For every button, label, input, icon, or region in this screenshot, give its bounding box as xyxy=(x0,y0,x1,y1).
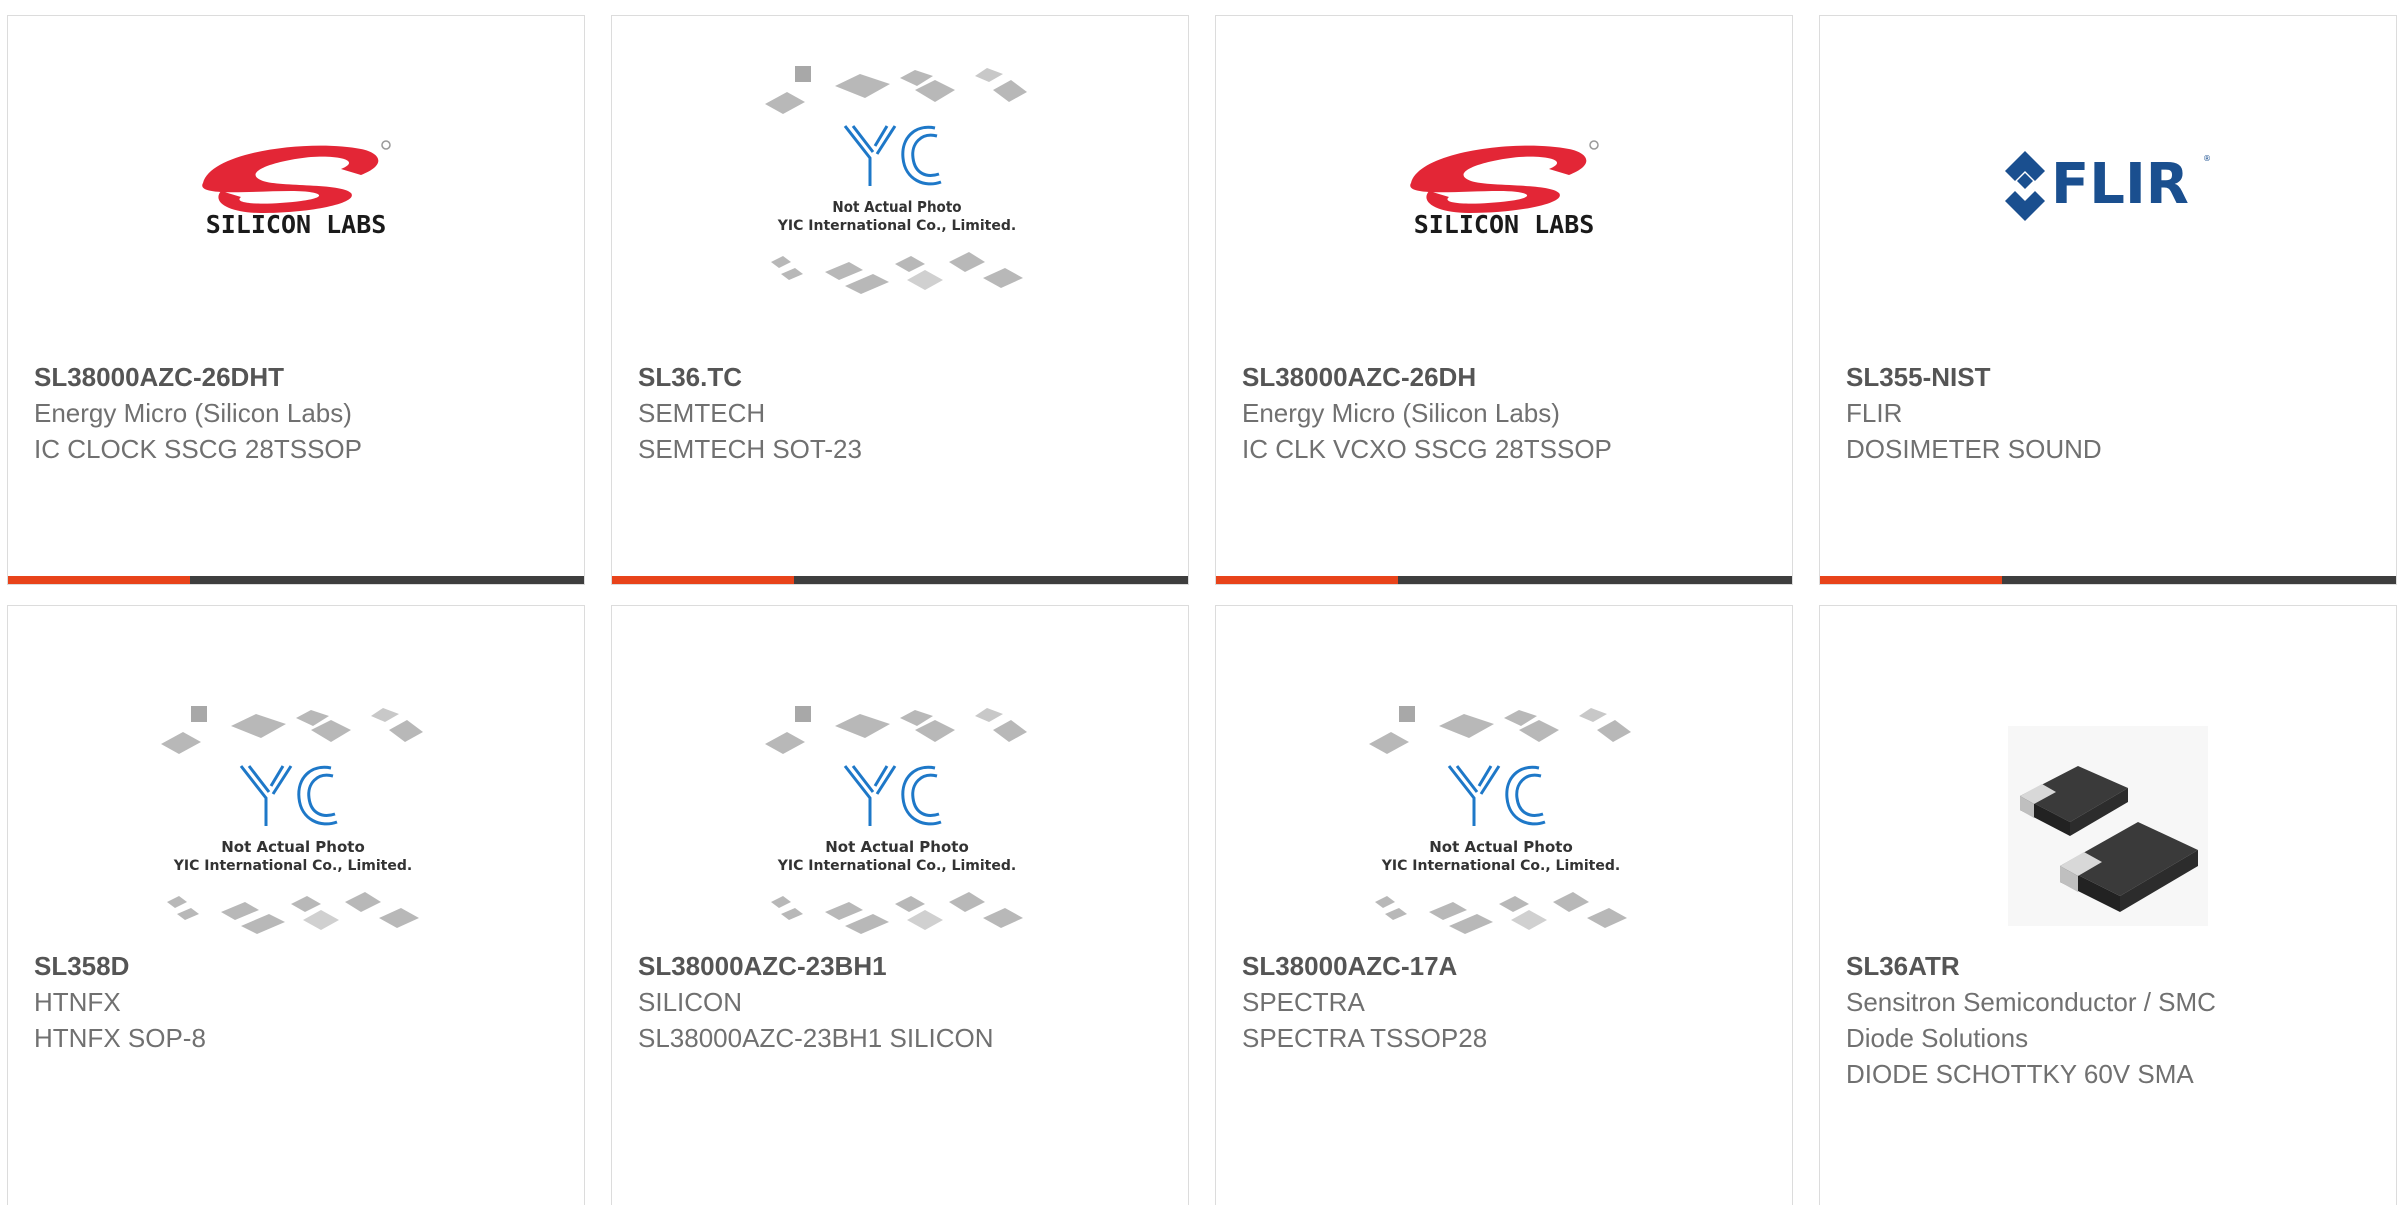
product-image[interactable]: SILICON LABS xyxy=(1216,16,1792,356)
placeholder-company: YIC International Co., Limited. xyxy=(777,858,1016,874)
product-info: SL36ATR Sensitron Semiconductor / SMC Di… xyxy=(1846,948,2384,1092)
silicon-labs-logo: SILICON LABS xyxy=(191,131,401,241)
silicon-labs-logo: SILICON LABS xyxy=(1399,131,1609,241)
product-card[interactable]: Not Actual Photo YIC International Co., … xyxy=(1215,605,1793,1205)
product-grid: SILICON LABS SL38000AZC-26DHT Energy Mic… xyxy=(0,0,2400,1205)
card-accent xyxy=(612,576,794,584)
description: DIODE SCHOTTKY 60V SMA xyxy=(1846,1059,2194,1089)
part-number[interactable]: SL36ATR xyxy=(1846,948,2384,984)
yic-placeholder-image: Not Actual Photo YIC International Co., … xyxy=(765,66,1035,306)
logo-text: SILICON LABS xyxy=(1414,210,1595,239)
part-number[interactable]: SL38000AZC-17A xyxy=(1242,948,1780,984)
product-image[interactable]: SILICON LABS xyxy=(8,16,584,356)
card-bottom-bar xyxy=(1216,576,1792,584)
product-image[interactable]: Not Actual Photo YIC International Co., … xyxy=(612,656,1188,996)
manufacturer: Sensitron Semiconductor / SMC xyxy=(1846,987,2216,1017)
product-card[interactable]: Not Actual Photo YIC International Co., … xyxy=(611,605,1189,1205)
svg-text:®: ® xyxy=(2203,154,2211,163)
product-info: SL358D HTNFX HTNFX SOP-8 xyxy=(34,948,572,1056)
product-card[interactable]: SL36ATR Sensitron Semiconductor / SMC Di… xyxy=(1819,605,2397,1205)
product-card[interactable]: SILICON LABS SL38000AZC-26DHT Energy Mic… xyxy=(7,15,585,585)
description: DOSIMETER SOUND xyxy=(1846,434,2102,464)
part-number[interactable]: SL38000AZC-26DHT xyxy=(34,359,572,395)
product-image[interactable]: Not Actual Photo YIC International Co., … xyxy=(1216,656,1792,996)
part-number[interactable]: SL38000AZC-26DH xyxy=(1242,359,1780,395)
logo-text: FLIR xyxy=(2051,152,2189,217)
product-card[interactable]: SILICON LABS SL38000AZC-26DH Energy Micr… xyxy=(1215,15,1793,585)
card-accent xyxy=(1820,576,2002,584)
manufacturer: SPECTRA xyxy=(1242,987,1365,1017)
part-number[interactable]: SL38000AZC-23BH1 xyxy=(638,948,1176,984)
manufacturer: Energy Micro (Silicon Labs) xyxy=(34,398,352,428)
product-info: SL38000AZC-26DH Energy Micro (Silicon La… xyxy=(1242,359,1780,467)
placeholder-company: YIC International Co., Limited. xyxy=(777,218,1016,234)
placeholder-caption: Not Actual Photo xyxy=(825,838,969,856)
description: SEMTECH SOT-23 xyxy=(638,434,862,464)
product-info: SL38000AZC-23BH1 SILICON SL38000AZC-23BH… xyxy=(638,948,1176,1056)
card-accent xyxy=(8,576,190,584)
description: SPECTRA TSSOP28 xyxy=(1242,1023,1488,1053)
manufacturer: SILICON xyxy=(638,987,743,1017)
manufacturer: SEMTECH xyxy=(638,398,766,428)
description: IC CLK VCXO SSCG 28TSSOP xyxy=(1242,434,1612,464)
product-card[interactable]: Not Actual Photo YIC International Co., … xyxy=(611,15,1189,585)
product-info: SL355-NIST FLIR DOSIMETER SOUND xyxy=(1846,359,2384,467)
logo-text: SILICON LABS xyxy=(206,210,387,239)
part-number[interactable]: SL36.TC xyxy=(638,359,1176,395)
description: IC CLOCK SSCG 28TSSOP xyxy=(34,434,362,464)
part-number[interactable]: SL355-NIST xyxy=(1846,359,2384,395)
product-info: SL38000AZC-17A SPECTRA SPECTRA TSSOP28 xyxy=(1242,948,1780,1056)
placeholder-caption: Not Actual Photo xyxy=(1429,838,1573,856)
product-image[interactable]: FLIR ® xyxy=(1820,16,2396,356)
product-card[interactable]: FLIR ® SL355-NIST FLIR DOSIMETER SOUND xyxy=(1819,15,2397,585)
product-card[interactable]: Not Actual Photo YIC International Co., … xyxy=(7,605,585,1205)
product-info: SL38000AZC-26DHT Energy Micro (Silicon L… xyxy=(34,359,572,467)
product-image[interactable]: Not Actual Photo YIC International Co., … xyxy=(612,16,1188,356)
card-bottom-bar xyxy=(8,576,584,584)
manufacturer: HTNFX xyxy=(34,987,121,1017)
yic-placeholder-image: Not Actual Photo YIC International Co., … xyxy=(765,706,1035,946)
description: HTNFX SOP-8 xyxy=(34,1023,206,1053)
product-image[interactable]: Not Actual Photo YIC International Co., … xyxy=(8,656,584,996)
placeholder-caption: Not Actual Photo xyxy=(221,838,365,856)
diode-product-photo xyxy=(2008,726,2208,926)
part-number[interactable]: SL358D xyxy=(34,948,572,984)
manufacturer: FLIR xyxy=(1846,398,1903,428)
card-bottom-bar xyxy=(612,576,1188,584)
placeholder-company: YIC International Co., Limited. xyxy=(173,858,412,874)
yic-placeholder-image: Not Actual Photo YIC International Co., … xyxy=(1369,706,1639,946)
product-info: SL36.TC SEMTECH SEMTECH SOT-23 xyxy=(638,359,1176,467)
card-accent xyxy=(1216,576,1398,584)
description: SL38000AZC-23BH1 SILICON xyxy=(638,1023,994,1053)
card-bottom-bar xyxy=(1820,576,2396,584)
product-image[interactable] xyxy=(1820,656,2396,996)
yic-placeholder-image: Not Actual Photo YIC International Co., … xyxy=(161,706,431,946)
manufacturer-continued: Diode Solutions xyxy=(1846,1023,2029,1053)
placeholder-caption: Not Actual Photo xyxy=(832,198,961,216)
placeholder-company: YIC International Co., Limited. xyxy=(1381,858,1620,874)
flir-logo: FLIR ® xyxy=(2003,141,2213,231)
manufacturer: Energy Micro (Silicon Labs) xyxy=(1242,398,1560,428)
